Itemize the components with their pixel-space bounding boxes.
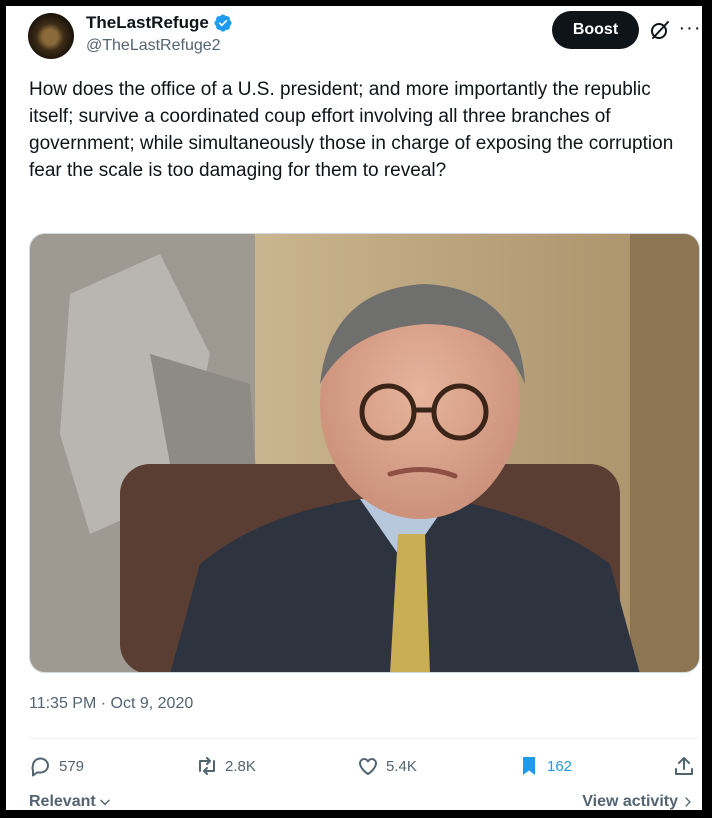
bookmark-count: 162 [547, 757, 573, 775]
repost-button[interactable]: 2.8K [195, 752, 256, 780]
heart-icon [359, 758, 377, 775]
like-count: 5.4K [386, 757, 417, 775]
bookmark-button[interactable]: 162 [517, 752, 572, 780]
chevron-right-icon [685, 797, 691, 807]
author-handle[interactable]: @TheLastRefuge2 [86, 37, 221, 55]
view-activity-link[interactable]: View activity [582, 793, 694, 810]
divider [29, 738, 699, 739]
reply-count: 579 [59, 757, 85, 775]
repost-count: 2.8K [225, 757, 256, 775]
more-icon[interactable]: ··· [678, 16, 702, 40]
share-icon [675, 757, 693, 775]
bookmark-icon [523, 757, 535, 775]
relevant-label: Relevant [29, 793, 96, 810]
avatar[interactable] [28, 13, 74, 59]
boost-button[interactable]: Boost [552, 11, 639, 49]
author-name-row[interactable]: TheLastRefuge [86, 13, 233, 33]
share-button[interactable] [672, 752, 696, 780]
like-button[interactable]: 5.4K [356, 752, 417, 780]
grok-icon[interactable] [648, 18, 672, 42]
photo-man-in-suit [30, 234, 699, 672]
reply-icon [31, 757, 49, 777]
verified-badge-icon [214, 14, 232, 32]
post-image[interactable] [29, 233, 700, 673]
post-text: How does the office of a U.S. president;… [29, 79, 674, 181]
action-bar: 579 2.8K 5.4K 162 [29, 752, 699, 780]
reply-button[interactable]: 579 [29, 752, 84, 780]
relevant-dropdown[interactable]: Relevant [29, 793, 112, 810]
view-activity-label: View activity [582, 793, 678, 810]
chevron-down-icon [99, 799, 110, 806]
post-timestamp[interactable]: 11:35 PM · Oct 9, 2020 [29, 695, 193, 713]
tweet-card: TheLastRefuge @TheLastRefuge2 Boost ··· … [4, 4, 704, 812]
author-name[interactable]: TheLastRefuge [86, 13, 209, 33]
repost-icon [199, 757, 215, 775]
